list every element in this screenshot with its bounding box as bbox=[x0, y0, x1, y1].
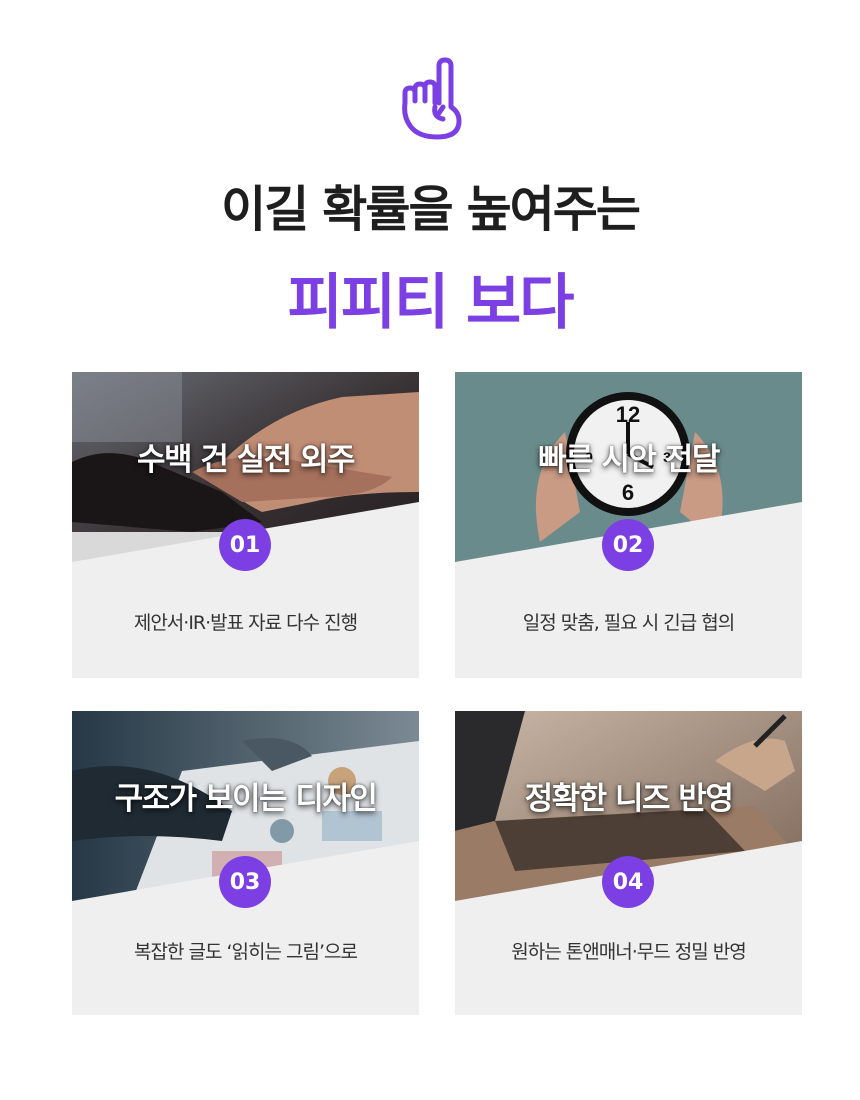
feature-card-4: 정확한 니즈 반영 04 원하는 톤앤매너·무드 정밀 반영 bbox=[455, 711, 802, 1015]
card-description: 제안서·IR·발표 자료 다수 진행 bbox=[133, 612, 358, 634]
headline-accent: 피피티 보다 bbox=[287, 268, 575, 338]
feature-card-2: 12 6 3 9 빠른 시안 전달 02 일정 맞춤, 필요 시 긴급 협의 bbox=[455, 372, 802, 678]
card-description: 일정 맞춤, 필요 시 긴급 협의 bbox=[522, 612, 736, 634]
card-number-badge: 04 bbox=[602, 856, 654, 908]
card-description: 복잡한 글도 ‘읽히는 그림’으로 bbox=[134, 941, 358, 963]
card-title: 수백 건 실전 외주 bbox=[136, 442, 356, 478]
card-number-badge: 01 bbox=[219, 519, 271, 571]
card-title: 빠른 시안 전달 bbox=[538, 442, 720, 478]
card-number-badge: 03 bbox=[219, 856, 271, 908]
card-number-badge: 02 bbox=[602, 519, 654, 571]
pointing-hand-icon bbox=[402, 57, 462, 140]
card-description: 원하는 톤앤매너·무드 정밀 반영 bbox=[511, 941, 746, 963]
feature-card-3: 구조가 보이는 디자인 03 복잡한 글도 ‘읽히는 그림’으로 bbox=[72, 711, 419, 1015]
feature-card-1: 수백 건 실전 외주 01 제안서·IR·발표 자료 다수 진행 bbox=[72, 372, 419, 678]
headline-primary: 이길 확률을 높여주는 bbox=[221, 181, 641, 238]
card-title: 구조가 보이는 디자인 bbox=[114, 781, 378, 817]
card-title: 정확한 니즈 반영 bbox=[524, 781, 734, 817]
